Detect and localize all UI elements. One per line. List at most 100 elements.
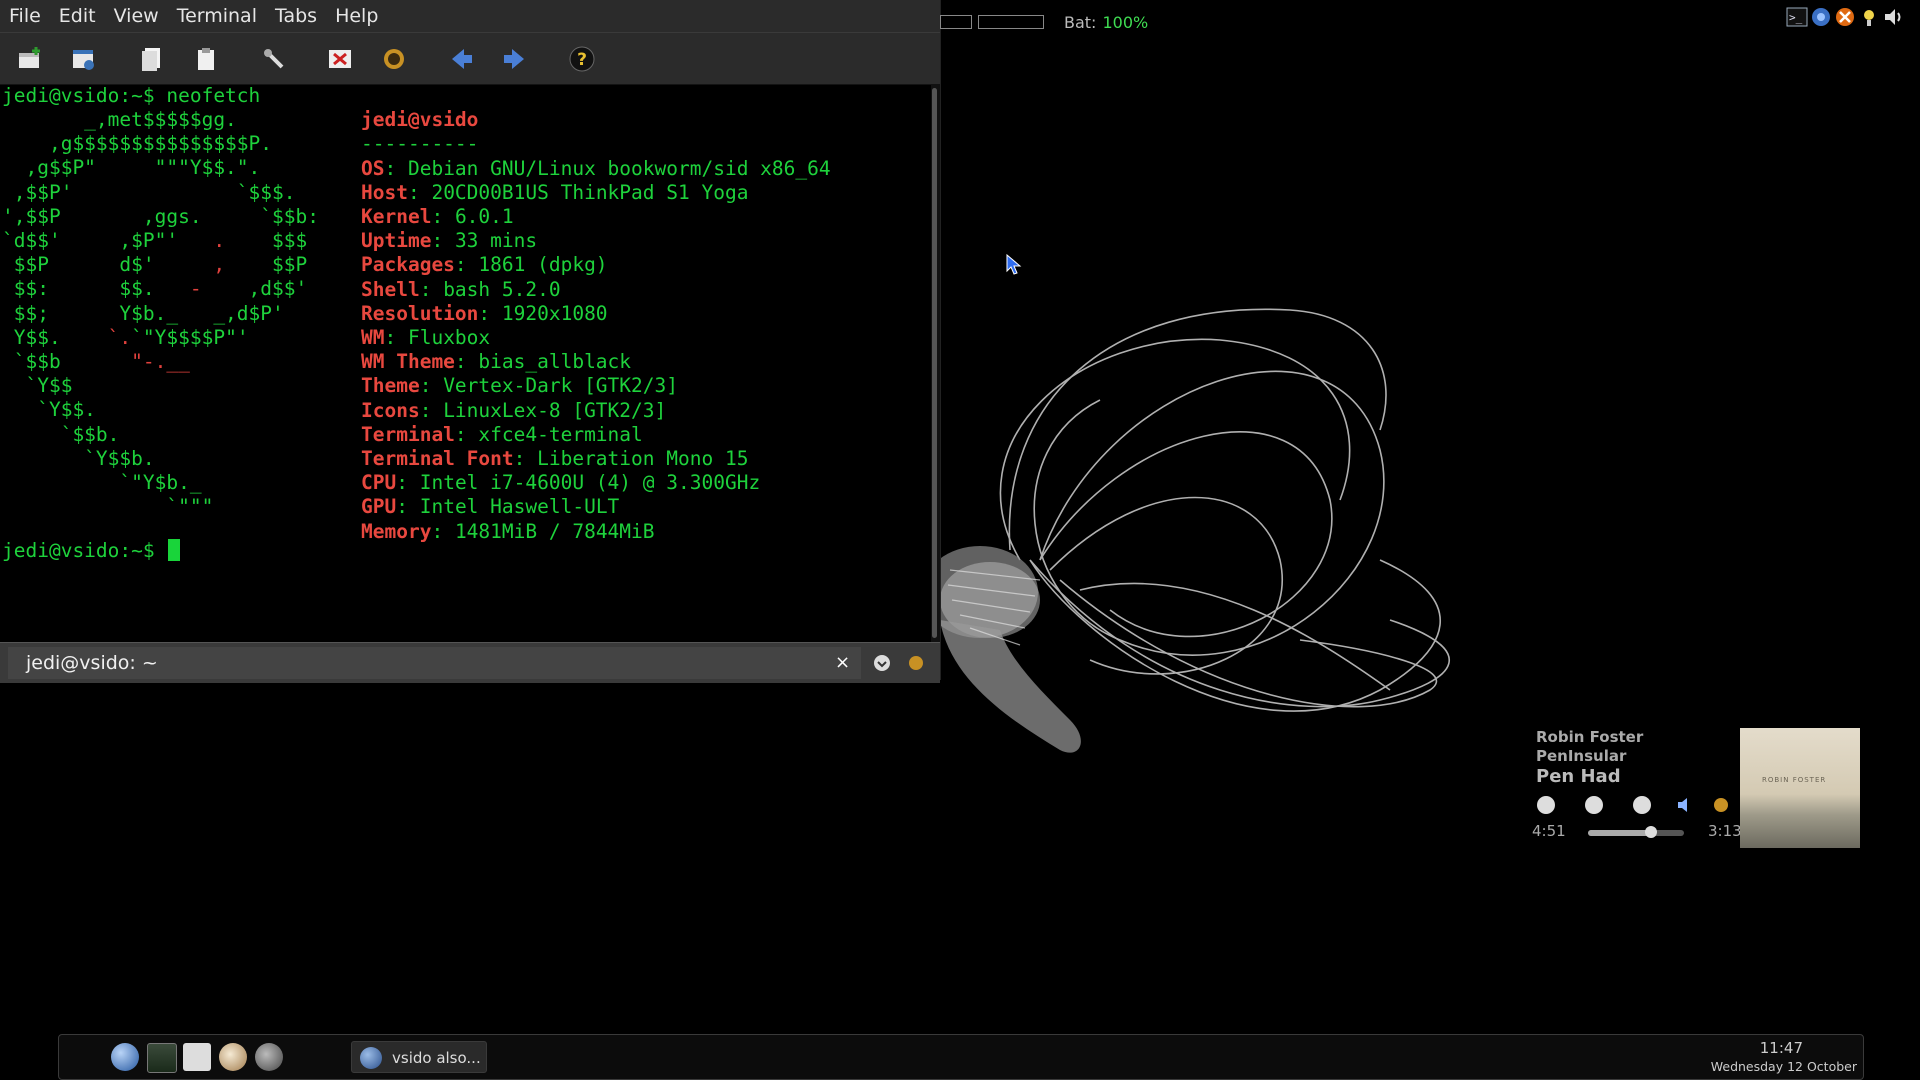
info-value: Fluxbox xyxy=(407,325,491,349)
terminal-output[interactable]: jedi@vsido:~$ neofetch _,met$$$$$gg. ,g$… xyxy=(0,84,932,642)
info-value: Intel i7-4600U (4) @ 3.300GHz xyxy=(419,471,761,495)
taskbar-window-button[interactable]: vsido also... xyxy=(351,1041,487,1073)
scrollbar-thumb[interactable] xyxy=(932,88,937,638)
info-key: Uptime xyxy=(361,229,432,253)
ascii-logo-line: Y$$. `.`"Y$$$$P"' xyxy=(2,325,249,349)
ascii-logo-line: ',$$P ,ggs. `$$b: xyxy=(2,204,319,228)
info-value: Vertex-Dark [GTK2/3] xyxy=(443,374,678,398)
tab-bar: jedi@vsido: ~ × xyxy=(0,642,940,683)
menu-edit[interactable]: Edit xyxy=(50,0,105,32)
info-key: GPU xyxy=(361,495,397,519)
update-tray-icon[interactable] xyxy=(1834,6,1856,28)
forward-arrow-icon[interactable] xyxy=(498,43,530,75)
info-value: xfce4-terminal xyxy=(478,422,643,446)
clock-time: 11:47 xyxy=(1759,1039,1803,1057)
file-manager-icon[interactable] xyxy=(219,1043,247,1071)
tab-label: jedi@vsido: ~ xyxy=(26,652,158,674)
brightness-tray-icon[interactable] xyxy=(1858,6,1880,28)
menu-view[interactable]: View xyxy=(105,0,168,32)
info-row: Host: 20CD00B1US ThinkPad S1 Yoga xyxy=(361,180,749,204)
pause-icon[interactable] xyxy=(1585,796,1603,814)
time-total: 3:13 xyxy=(1708,822,1742,840)
seek-bar-knob[interactable] xyxy=(1645,826,1658,838)
browser-icon[interactable] xyxy=(111,1043,139,1071)
info-value: bash 5.2.0 xyxy=(443,277,561,301)
info-row: Packages: 1861 (dpkg) xyxy=(361,253,608,277)
network-tray-icon[interactable] xyxy=(1810,6,1832,28)
battery-value: 100% xyxy=(1102,12,1149,32)
previous-icon[interactable] xyxy=(1537,796,1555,814)
help-icon[interactable]: ? xyxy=(566,43,598,75)
time-elapsed: 4:51 xyxy=(1532,822,1566,840)
ascii-logo-line: `Y$$b. xyxy=(2,446,155,470)
info-value: Intel Haswell-ULT xyxy=(419,495,620,519)
info-key: Terminal xyxy=(361,422,455,446)
mouse-pointer-icon xyxy=(1006,254,1022,275)
info-key: Kernel xyxy=(361,204,432,228)
system-status-bar: Bat: 100% xyxy=(940,8,1148,36)
ascii-logo-line: `"Y$b._ xyxy=(2,471,202,494)
info-key: Packages xyxy=(361,253,455,277)
ascii-logo-line: $$P d$' , $$P xyxy=(2,253,308,277)
tab-close-icon[interactable]: × xyxy=(835,647,850,679)
fullscreen-icon[interactable] xyxy=(324,43,356,75)
track-artist: Robin Foster xyxy=(1536,728,1644,746)
new-window-icon[interactable] xyxy=(68,43,100,75)
ascii-logo-line: ,g$$P" """Y$$.". xyxy=(2,156,261,180)
menu-help[interactable]: Help xyxy=(326,0,387,32)
settings-icon[interactable] xyxy=(258,43,290,75)
terminal-window[interactable]: File Edit View Terminal Tabs Help ? jedi… xyxy=(0,0,941,683)
info-key: Shell xyxy=(361,277,420,301)
ascii-logo-line: ,g$$$$$$$$$$$$$$$P. xyxy=(2,132,273,156)
tab-list-icon[interactable] xyxy=(872,653,892,673)
scrollbar[interactable] xyxy=(931,84,940,642)
final-prompt[interactable]: jedi@vsido:~$ xyxy=(2,539,181,563)
info-row: Shell: bash 5.2.0 xyxy=(361,277,561,301)
info-row: Terminal Font: Liberation Mono 15 xyxy=(361,446,749,470)
appearance-icon[interactable] xyxy=(378,43,410,75)
paste-icon[interactable] xyxy=(190,43,222,75)
next-icon[interactable] xyxy=(1633,796,1651,814)
cpu-meter xyxy=(940,15,972,29)
terminal-icon[interactable] xyxy=(183,1043,211,1071)
ascii-logo-line: `Y$$ xyxy=(2,374,73,398)
info-key: WM xyxy=(361,325,385,349)
track-title: Pen Had xyxy=(1536,766,1621,787)
menu-tabs[interactable]: Tabs xyxy=(266,0,326,32)
info-row: Resolution: 1920x1080 xyxy=(361,301,608,325)
info-value: bias_allblack xyxy=(478,350,632,374)
volume-tray-icon[interactable] xyxy=(1882,6,1904,28)
info-row: CPU: Intel i7-4600U (4) @ 3.300GHz xyxy=(361,471,761,495)
info-row: OS: Debian GNU/Linux bookworm/sid x86_64 xyxy=(361,156,831,180)
menu-file[interactable]: File xyxy=(0,0,50,32)
task-label: vsido also... xyxy=(392,1049,481,1067)
tab-extra-icon[interactable] xyxy=(906,653,926,673)
info-value: Liberation Mono 15 xyxy=(537,446,749,470)
info-row: Icons: LinuxLex-8 [GTK2/3] xyxy=(361,398,667,422)
player-menu-icon[interactable] xyxy=(1712,796,1730,814)
info-key: CPU xyxy=(361,471,397,495)
info-value: 6.0.1 xyxy=(454,204,514,228)
ascii-logo-line: `""" xyxy=(2,495,214,519)
back-arrow-icon[interactable] xyxy=(446,43,478,75)
seek-bar-fill xyxy=(1588,830,1652,836)
tab-jedi-vsido[interactable]: jedi@vsido: ~ xyxy=(8,647,861,679)
vsido-icon[interactable] xyxy=(255,1043,283,1071)
music-player-widget: Robin Foster PenInsular Pen Had 4:51 3:1… xyxy=(1530,722,1860,852)
info-value: Debian GNU/Linux bookworm/sid x86_64 xyxy=(407,156,831,180)
volume-icon[interactable] xyxy=(1676,796,1696,814)
new-tab-icon[interactable] xyxy=(14,43,46,75)
info-row: Terminal: xfce4-terminal xyxy=(361,422,643,446)
menu-terminal[interactable]: Terminal xyxy=(168,0,266,32)
ascii-logo-line: `d$$' ,$P"' . $$$ xyxy=(2,229,308,252)
terminal-tray-icon[interactable]: >_ xyxy=(1786,6,1808,28)
ascii-logo-line: ,$$P' `$$$. xyxy=(2,180,296,204)
info-value: 20CD00B1US ThinkPad S1 Yoga xyxy=(431,180,749,204)
system-monitor-icon[interactable] xyxy=(147,1043,177,1073)
ascii-logo-line: `$$b "-.__ xyxy=(2,350,190,373)
command-line: jedi@vsido:~$ neofetch xyxy=(2,84,261,107)
seek-bar[interactable] xyxy=(1588,826,1684,838)
track-album: PenInsular xyxy=(1536,747,1627,765)
copy-icon[interactable] xyxy=(136,43,168,75)
info-key: Host xyxy=(361,180,408,204)
